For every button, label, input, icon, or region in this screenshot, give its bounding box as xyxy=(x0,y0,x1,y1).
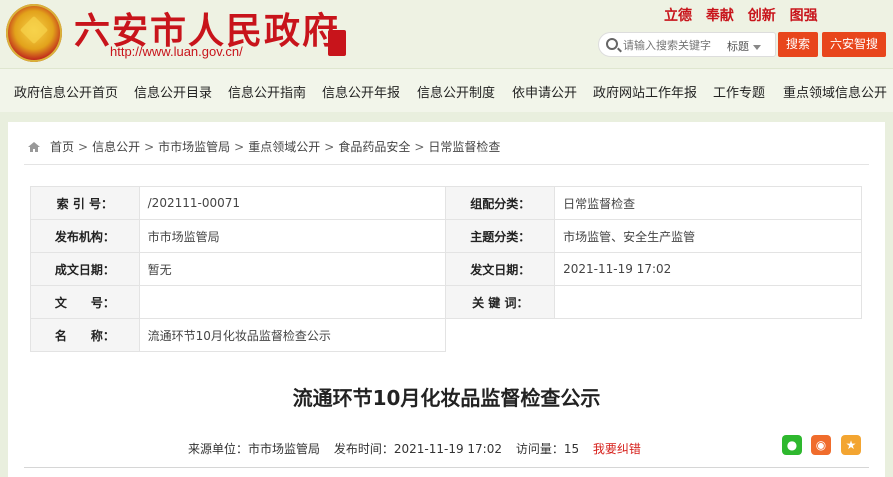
table-row: 名 称： 流通环节10月化妆品监督检查公示 xyxy=(30,318,862,352)
site-header: 六安市人民政府 http://www.luan.gov.cn/ 立德 奉献 创新… xyxy=(0,0,893,68)
issued-label: 发文日期： xyxy=(445,252,556,286)
nav-item-guide[interactable]: 信息公开指南 xyxy=(228,82,306,101)
breadcrumb-current[interactable]: 日常监督检查 xyxy=(428,140,500,154)
org-value: 市市场监管局 xyxy=(138,219,447,253)
nav-item-key-areas[interactable]: 重点领域信息公开 xyxy=(783,82,887,101)
breadcrumb-info[interactable]: 信息公开 xyxy=(92,140,140,154)
breadcrumb-home[interactable]: 首页 xyxy=(50,140,74,154)
created-value: 暂无 xyxy=(138,252,447,286)
topic-label: 主题分类： xyxy=(445,219,556,253)
smart-search-button[interactable]: 六安智搜 xyxy=(822,32,886,57)
org-label: 发布机构： xyxy=(30,219,140,253)
divider xyxy=(24,467,869,468)
category-value: 日常监督检查 xyxy=(554,186,862,220)
report-error-link[interactable]: 我要纠错 xyxy=(593,442,641,456)
name-label: 名 称： xyxy=(30,318,140,352)
docno-value xyxy=(138,285,447,319)
table-row: 索 引 号： /202111-00071 组配分类： 日常监督检查 xyxy=(30,186,862,220)
metadata-table: 索 引 号： /202111-00071 组配分类： 日常监督检查 发布机构： … xyxy=(30,186,862,352)
national-emblem-icon xyxy=(6,4,62,62)
category-label: 组配分类： xyxy=(445,186,556,220)
issued-value: 2021-11-19 17:02 xyxy=(554,252,862,286)
breadcrumb: 首页 > 信息公开 > 市市场监管局 > 重点领域公开 > 食品药品安全 > 日常监督检查 xyxy=(28,138,500,155)
nav-item-home[interactable]: 政府信息公开首页 xyxy=(14,82,118,101)
slogan: 创新 xyxy=(747,8,776,24)
breadcrumb-food-drug[interactable]: 食品药品安全 xyxy=(338,140,410,154)
seal-icon xyxy=(328,30,346,56)
chevron-down-icon xyxy=(753,44,761,50)
article-views: 访问量：15 xyxy=(515,442,580,456)
article-source: 来源单位：市市场监管局 xyxy=(188,442,321,456)
nav-item-special[interactable]: 工作专题 xyxy=(713,82,765,101)
index-value: /202111-00071 xyxy=(138,186,447,220)
main-nav: 政府信息公开首页 信息公开目录 信息公开指南 信息公开年报 信息公开制度 依申请… xyxy=(0,68,893,112)
table-row: 文 号： 关 键 词： xyxy=(30,285,862,319)
slogan: 立德 xyxy=(664,8,692,24)
favorite-star-icon[interactable]: ★ xyxy=(841,435,861,455)
keywords-label: 关 键 词： xyxy=(445,285,556,319)
slogan: 图强 xyxy=(789,8,818,24)
breadcrumb-key-areas[interactable]: 重点领域公开 xyxy=(248,140,320,154)
table-row: 成文日期： 暂无 发文日期： 2021-11-19 17:02 xyxy=(30,252,862,286)
nav-item-website-report[interactable]: 政府网站工作年报 xyxy=(593,82,697,101)
nav-item-system[interactable]: 信息公开制度 xyxy=(417,82,495,101)
search-box: 标题 xyxy=(598,32,776,57)
index-label: 索 引 号： xyxy=(30,186,140,220)
name-value: 流通环节10月化妆品监督检查公示 xyxy=(138,318,447,352)
main-content: 首页 > 信息公开 > 市市场监管局 > 重点领域公开 > 食品药品安全 > 日常监督检查 索 引 … xyxy=(8,122,885,477)
table-row: 发布机构： 市市场监管局 主题分类： 市场监管、安全生产监管 xyxy=(30,219,862,253)
site-url: http://www.luan.gov.cn/ xyxy=(110,44,243,59)
search-scope-label: 标题 xyxy=(727,40,749,53)
search-input[interactable] xyxy=(623,36,723,54)
slogans: 立德 奉献 创新 图强 xyxy=(664,5,827,25)
breadcrumb-dept[interactable]: 市市场监管局 xyxy=(158,140,230,154)
keywords-value xyxy=(554,285,862,319)
home-icon xyxy=(28,142,40,152)
slogan: 奉献 xyxy=(705,8,734,24)
search-button[interactable]: 搜索 xyxy=(778,32,818,57)
docno-label: 文 号： xyxy=(30,285,140,319)
created-label: 成文日期： xyxy=(30,252,140,286)
article-title: 流通环节10月化妆品监督检查公示 xyxy=(292,386,601,410)
wechat-share-icon[interactable]: ● xyxy=(782,435,802,455)
article-meta: 来源单位：市市场监管局 发布时间：2021-11-19 17:02 访问量：15… xyxy=(188,440,641,457)
divider xyxy=(24,164,869,165)
article-published: 发布时间：2021-11-19 17:02 xyxy=(333,442,502,456)
search-scope-select[interactable]: 标题 xyxy=(727,38,761,54)
weibo-share-icon[interactable]: ◉ xyxy=(811,435,831,455)
empty-cell xyxy=(445,318,862,352)
nav-item-application[interactable]: 依申请公开 xyxy=(512,82,577,101)
nav-item-annual-report[interactable]: 信息公开年报 xyxy=(322,82,400,101)
nav-item-catalog[interactable]: 信息公开目录 xyxy=(134,82,212,101)
topic-value: 市场监管、安全生产监管 xyxy=(554,219,862,253)
search-icon xyxy=(606,38,618,50)
